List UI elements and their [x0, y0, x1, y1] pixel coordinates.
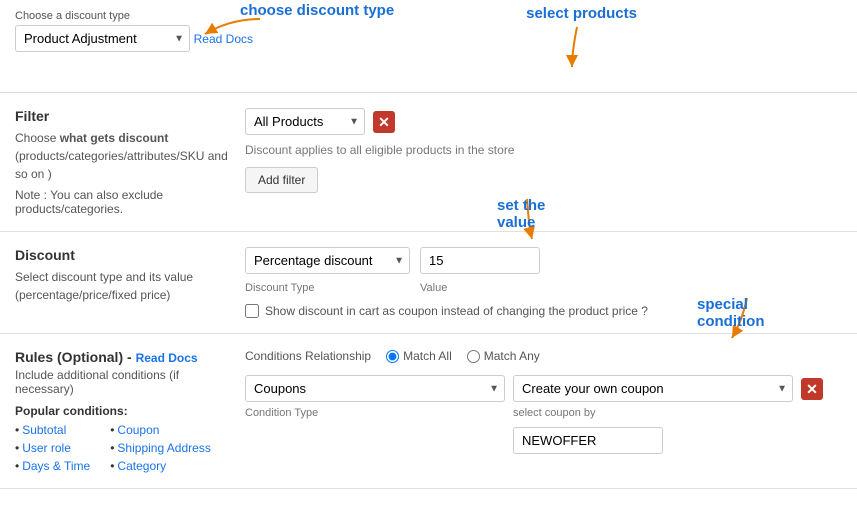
rules-section: special condition Rules (Optional) - Rea… [0, 334, 857, 489]
days-time-link[interactable]: Days & Time [15, 459, 90, 473]
shipping-address-link[interactable]: Shipping Address [110, 441, 211, 455]
discount-type-dropdown[interactable]: Percentage discount [245, 247, 410, 274]
conditions-relationship-label: Conditions Relationship [245, 349, 371, 363]
category-link[interactable]: Category [110, 459, 211, 473]
remove-condition-button[interactable]: ✕ [801, 378, 823, 400]
filter-section: Filter Choose what gets discount (produc… [0, 93, 857, 232]
match-any-radio[interactable] [467, 350, 480, 363]
product-filter-select[interactable]: All Products [245, 108, 365, 135]
discount-desc: Select discount type and its value (perc… [15, 268, 230, 304]
rules-desc: Include additional conditions (if necess… [15, 368, 230, 396]
condition-type-field-label: Condition Type [245, 407, 505, 419]
discount-title: Discount [15, 247, 230, 263]
match-all-radio[interactable] [386, 350, 399, 363]
filter-desc: Choose what gets discount (products/cate… [15, 129, 230, 183]
discount-type-select[interactable]: Product Adjustment [15, 25, 190, 52]
rules-title: Rules (Optional) - Read Docs [15, 349, 230, 365]
match-any-text: Match Any [484, 349, 540, 363]
match-any-label[interactable]: Match Any [467, 349, 540, 363]
coupon-select-label: select coupon by [513, 407, 793, 419]
popular-conditions-title: Popular conditions: [15, 404, 230, 418]
popular-col-1: Subtotal User role Days & Time [15, 423, 90, 473]
arrow-choose-type [190, 14, 270, 44]
match-all-label[interactable]: Match All [386, 349, 452, 363]
remove-filter-button[interactable]: ✕ [373, 111, 395, 133]
condition-type-select[interactable]: Coupons [245, 375, 505, 402]
arrow-select-products [547, 22, 607, 72]
add-filter-button[interactable]: Add filter [245, 167, 318, 193]
discount-value-label: Value [420, 282, 540, 294]
user-role-link[interactable]: User role [15, 441, 90, 455]
show-as-coupon-label: Show discount in cart as coupon instead … [265, 304, 648, 318]
coupon-select-by[interactable]: Create your own coupon [513, 375, 793, 402]
filter-helper-text: Discount applies to all eligible product… [245, 143, 842, 157]
rules-read-docs-link[interactable]: Read Docs [136, 351, 198, 365]
discount-value-input[interactable] [420, 247, 540, 274]
subtotal-link[interactable]: Subtotal [15, 423, 90, 437]
discount-section: set the value Discount Select discount t… [0, 232, 857, 334]
show-as-coupon-checkbox[interactable] [245, 304, 259, 318]
conditions-relationship-row: Conditions Relationship Match All Match … [245, 349, 842, 363]
coupon-link[interactable]: Coupon [110, 423, 211, 437]
coupon-code-input[interactable] [513, 427, 663, 454]
discount-type-label-field: Discount Type [245, 282, 410, 294]
match-all-text: Match All [403, 349, 452, 363]
annotation-select-products: select products [526, 5, 637, 22]
filter-title: Filter [15, 108, 230, 124]
popular-col-2: Coupon Shipping Address Category [110, 423, 211, 473]
filter-note: Note : You can also exclude products/cat… [15, 188, 230, 216]
filter-desc-bold: what gets discount [60, 131, 169, 145]
